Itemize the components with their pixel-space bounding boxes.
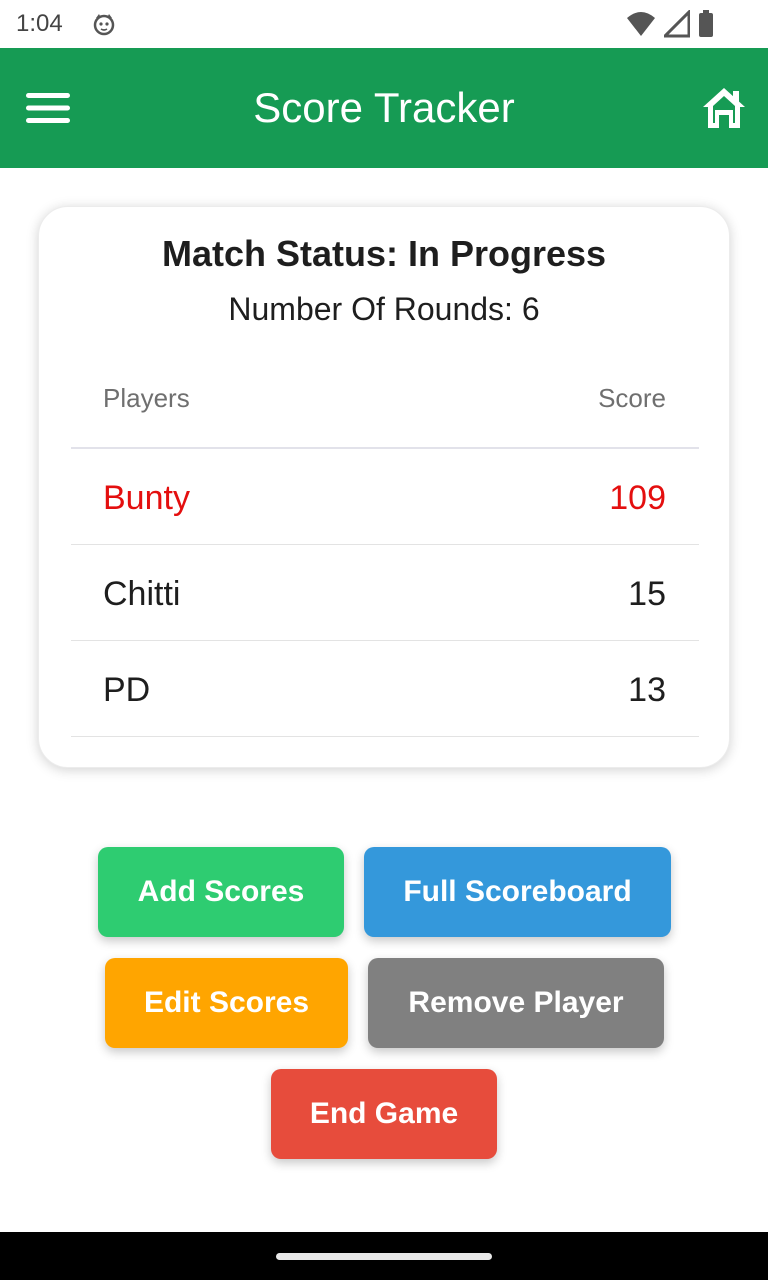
player-name: Chitti	[103, 575, 181, 613]
match-status: Match Status: In Progress	[161, 233, 607, 274]
player-score: 109	[609, 479, 666, 517]
player-name: Bunty	[103, 479, 190, 517]
navigation-bar	[0, 1232, 768, 1280]
player-score: 15	[628, 575, 666, 613]
signal-icon	[664, 10, 690, 38]
number-of-rounds: Number Of Rounds: 6	[228, 291, 540, 327]
player-score: 13	[628, 671, 666, 709]
status-bar: 1:04	[0, 0, 768, 48]
table-row: Bunty 109	[71, 449, 699, 545]
home-gesture-handle[interactable]	[276, 1253, 492, 1260]
match-card: Match Status: In Progress Number Of Roun…	[38, 206, 730, 768]
player-name: PD	[103, 671, 151, 709]
column-header-score: Score	[598, 383, 666, 413]
cat-notification-icon	[92, 12, 116, 36]
table-header: Players Score	[71, 367, 699, 449]
add-scores-button[interactable]: Add Scores	[98, 847, 344, 937]
full-scoreboard-button[interactable]: Full Scoreboard	[364, 847, 671, 937]
table-row: PD 13	[71, 641, 699, 737]
home-icon[interactable]	[698, 84, 750, 132]
score-table: Players Score Bunty 109 Chitti 15 PD 13	[71, 367, 699, 737]
edit-scores-button[interactable]: Edit Scores	[105, 958, 348, 1048]
status-time: 1:04	[16, 10, 63, 37]
end-game-button[interactable]: End Game	[271, 1069, 497, 1159]
battery-icon	[698, 10, 714, 38]
app-title: Score Tracker	[253, 84, 515, 131]
remove-player-button[interactable]: Remove Player	[368, 958, 664, 1048]
app-bar: Score Tracker	[0, 48, 768, 168]
column-header-players: Players	[103, 383, 190, 413]
wifi-icon	[626, 10, 656, 38]
table-row: Chitti 15	[71, 545, 699, 641]
